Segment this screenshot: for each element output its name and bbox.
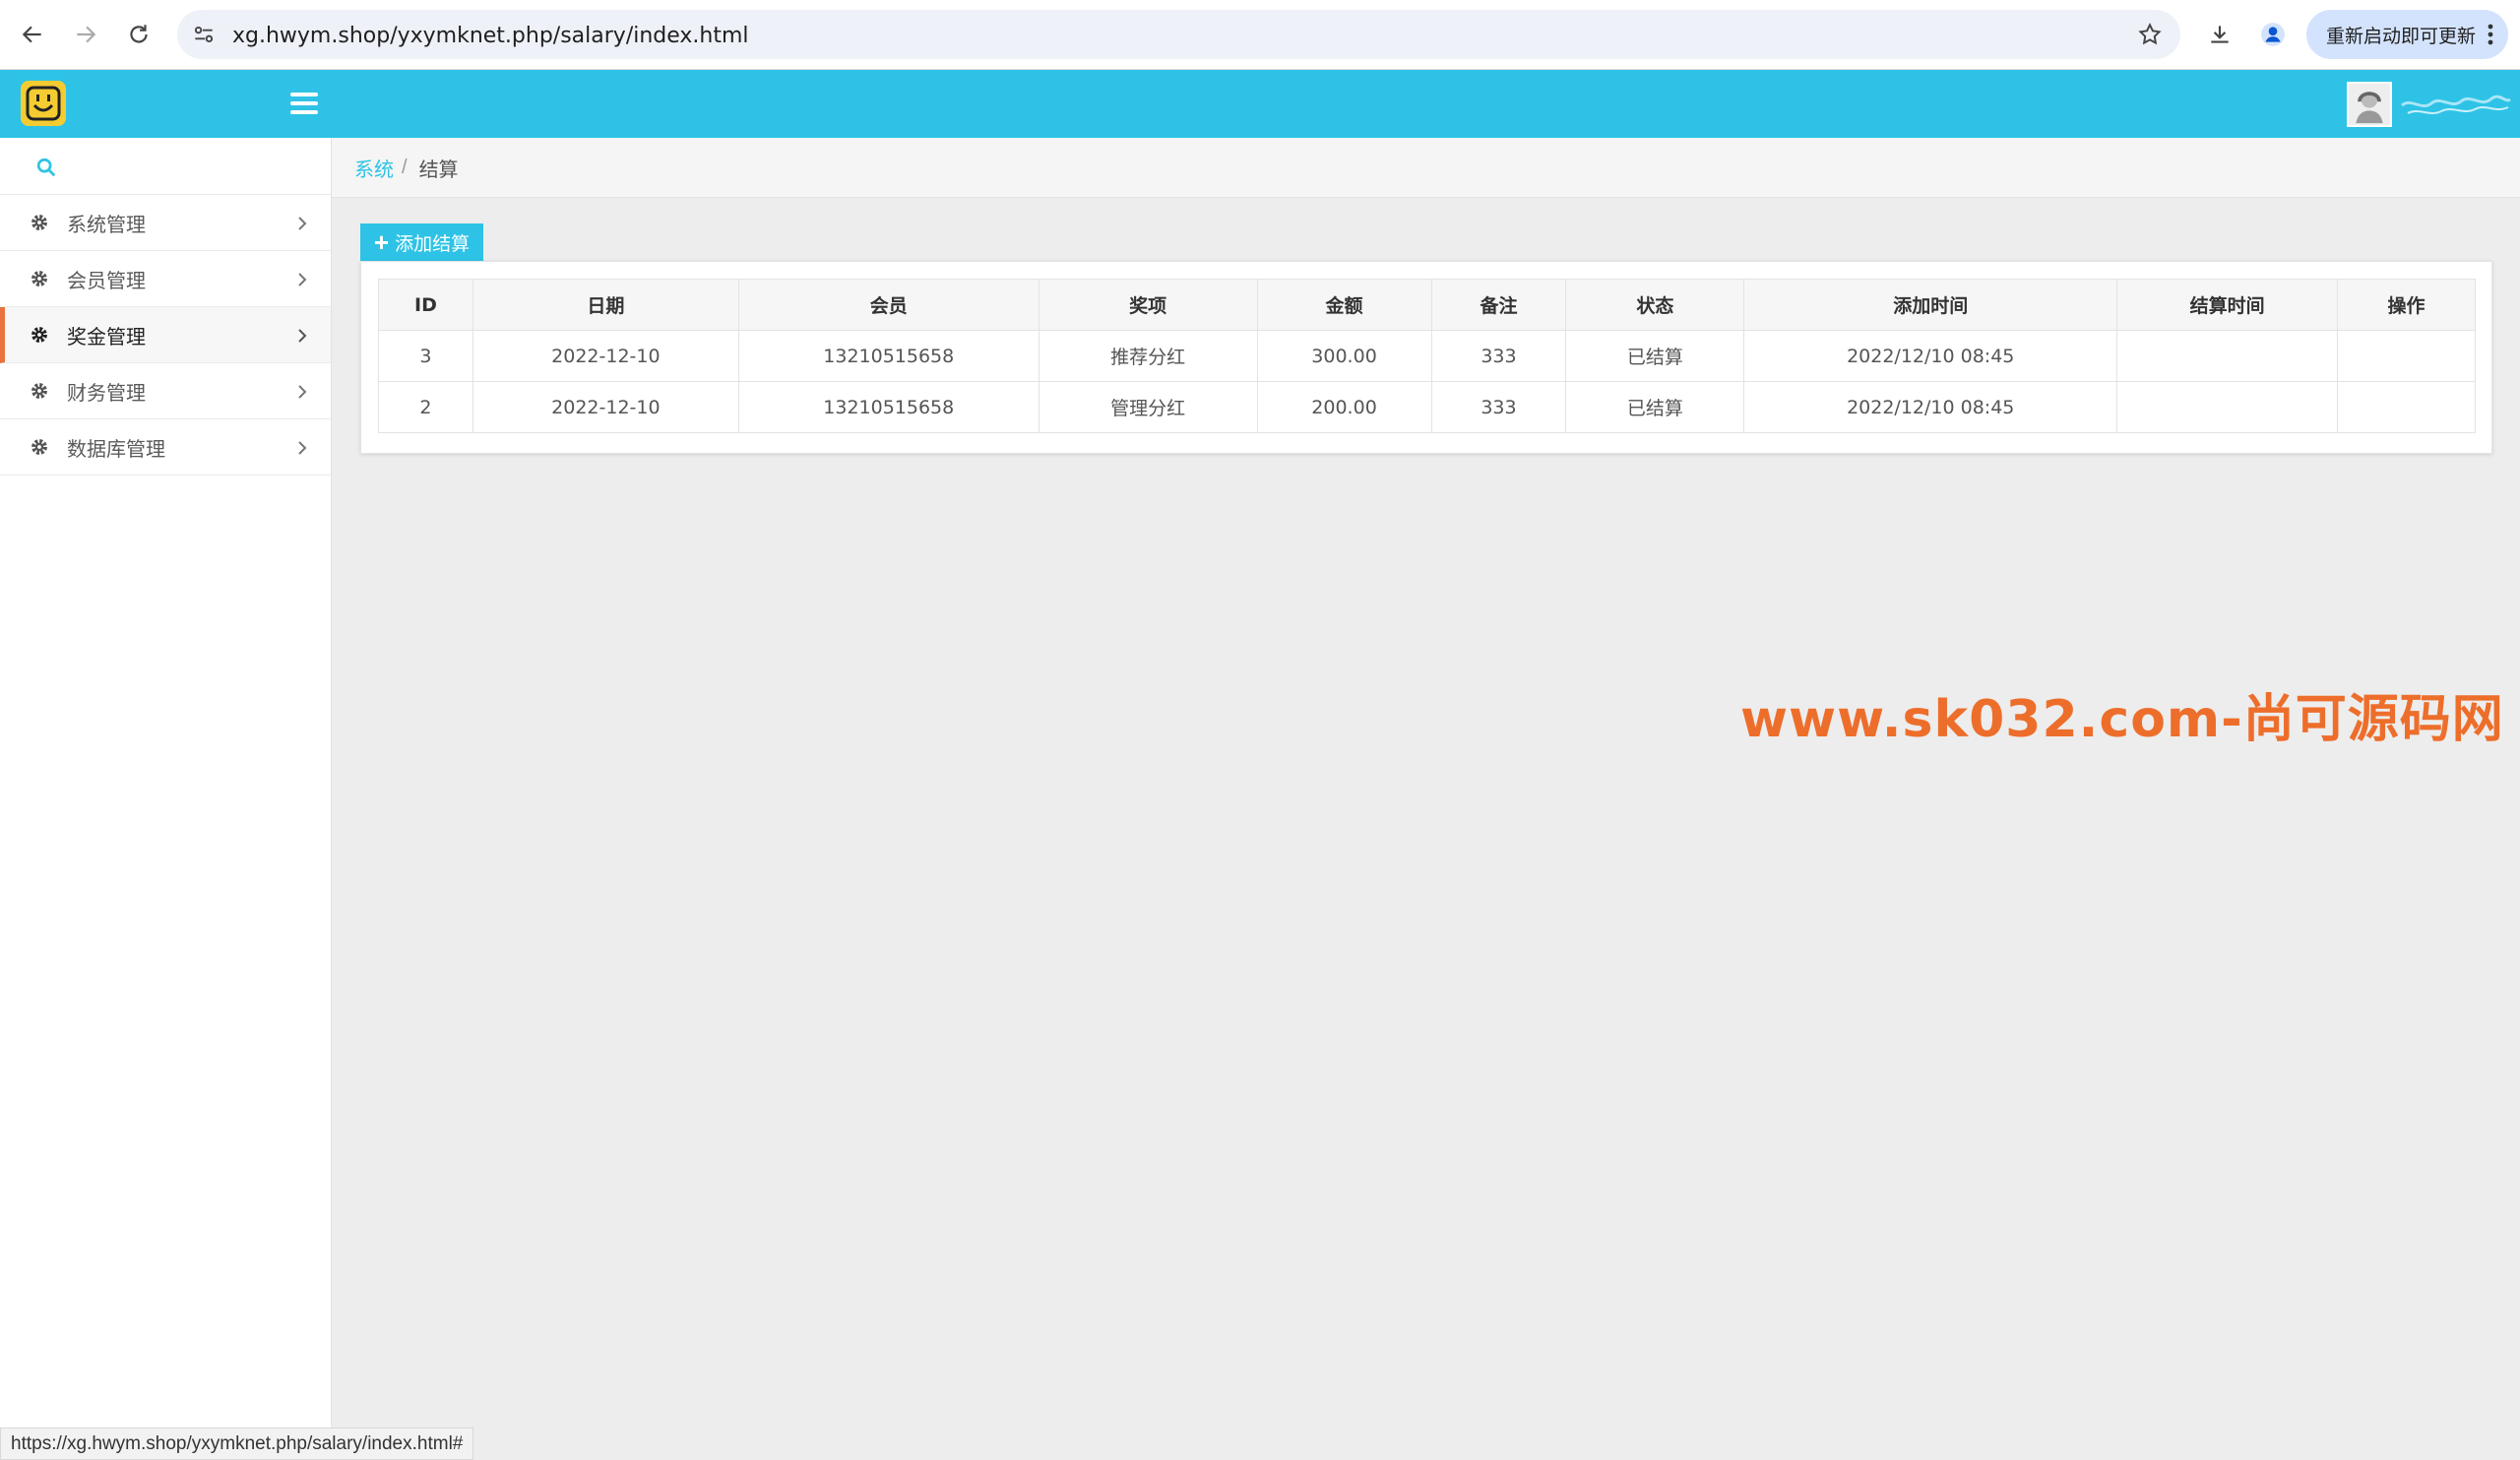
cell-status: 已结算	[1565, 381, 1745, 433]
cell-award: 管理分红	[1038, 381, 1258, 433]
cell-date: 2022-12-10	[472, 381, 739, 433]
sidebar-item-label: 会员管理	[67, 270, 146, 292]
breadcrumb-link-system[interactable]: 系统	[354, 154, 394, 182]
chevron-right-icon	[298, 217, 307, 230]
update-label: 重新启动即可更新	[2326, 26, 2477, 47]
bookmark-star-icon[interactable]	[2137, 22, 2163, 47]
breadcrumb-separator: /	[402, 156, 408, 178]
cell-id: 2	[378, 381, 473, 433]
cell-added-time: 2022/12/10 08:45	[1743, 381, 2118, 433]
user-name-graphic[interactable]	[2398, 86, 2514, 123]
sidebar-item-system[interactable]: 系统管理	[0, 195, 331, 251]
cell-amount: 200.00	[1256, 381, 1432, 433]
column-header-member: 会员	[737, 279, 1040, 331]
sidebar-item-label: 奖金管理	[67, 326, 146, 349]
search-icon[interactable]	[35, 157, 57, 178]
sidebar-item-label: 财务管理	[67, 382, 146, 405]
cell-settled-time	[2116, 381, 2339, 433]
cell-amount: 300.00	[1256, 330, 1432, 382]
link-status-bar: https://xg.hwym.shop/yxymknet.php/salary…	[0, 1428, 474, 1460]
sidebar-item-label: 数据库管理	[67, 438, 165, 461]
column-header-remark: 备注	[1430, 279, 1567, 331]
cell-member: 13210515658	[737, 330, 1040, 382]
chevron-right-icon	[298, 441, 307, 455]
table-header-row: ID 日期 会员 奖项 金额 备注 状态 添加时间 结算时间 操作	[378, 279, 2476, 331]
gear-icon	[32, 383, 47, 399]
cell-date: 2022-12-10	[472, 330, 739, 382]
gear-icon	[32, 439, 47, 455]
gear-icon	[32, 271, 47, 286]
gear-icon	[32, 327, 47, 343]
breadcrumb-current: 结算	[418, 159, 459, 181]
column-header-date: 日期	[472, 279, 739, 331]
reload-icon	[130, 25, 148, 43]
sidebar-item-bonus[interactable]: 奖金管理	[0, 307, 331, 363]
cell-actions	[2337, 381, 2476, 433]
settlement-table-panel: ID 日期 会员 奖项 金额 备注 状态 添加时间 结算时间 操作 3 2022…	[360, 261, 2492, 454]
add-settlement-label: 添加结算	[395, 233, 471, 255]
forward-arrow-icon	[77, 26, 96, 43]
sidebar-item-label: 系统管理	[67, 214, 146, 236]
downloads-button[interactable]	[2201, 16, 2238, 53]
chevron-right-icon	[298, 329, 307, 343]
breadcrumb: 系统 / 结算	[332, 138, 2520, 198]
cell-actions	[2337, 330, 2476, 382]
chevron-right-icon	[298, 273, 307, 286]
plus-icon: +	[373, 227, 390, 257]
cell-id: 3	[378, 330, 473, 382]
address-bar[interactable]: xg.hwym.shop/yxymknet.php/salary/index.h…	[177, 10, 2180, 59]
cell-member: 13210515658	[737, 381, 1040, 433]
back-button[interactable]	[14, 16, 51, 53]
app-header	[0, 70, 2520, 138]
column-header-id: ID	[378, 279, 473, 331]
profile-icon	[2261, 23, 2285, 46]
sidebar-item-members[interactable]: 会员管理	[0, 251, 331, 307]
more-vertical-icon	[2488, 24, 2493, 45]
reload-button[interactable]	[120, 16, 158, 53]
sidebar: 系统管理 会员管理 奖金管理 财务管理 数据库管理	[0, 138, 332, 1428]
update-button[interactable]: 重新启动即可更新	[2306, 10, 2508, 59]
table-row: 2 2022-12-10 13210515658 管理分红 200.00 333…	[378, 381, 2476, 433]
gear-icon	[32, 215, 47, 230]
column-header-added-time: 添加时间	[1743, 279, 2118, 331]
site-settings-icon[interactable]	[191, 22, 217, 47]
avatar[interactable]	[2347, 82, 2392, 127]
watermark-text: www.sk032.com-尚可源码网	[1740, 690, 2504, 749]
settlement-table: ID 日期 会员 奖项 金额 备注 状态 添加时间 结算时间 操作 3 2022…	[378, 279, 2476, 433]
column-header-status: 状态	[1565, 279, 1745, 331]
cell-award: 推荐分红	[1038, 330, 1258, 382]
download-icon	[2211, 26, 2229, 43]
menu-toggle-icon[interactable]	[290, 93, 318, 116]
column-header-settled-time: 结算时间	[2116, 279, 2339, 331]
sidebar-search[interactable]	[0, 138, 331, 195]
profile-button[interactable]	[2254, 16, 2292, 53]
url-text[interactable]: xg.hwym.shop/yxymknet.php/salary/index.h…	[232, 24, 749, 48]
cell-added-time: 2022/12/10 08:45	[1743, 330, 2118, 382]
column-header-actions: 操作	[2337, 279, 2476, 331]
cell-status: 已结算	[1565, 330, 1745, 382]
back-arrow-icon	[22, 26, 41, 43]
chevron-right-icon	[298, 385, 307, 399]
add-settlement-button[interactable]: + 添加结算	[360, 223, 483, 261]
logo-icon[interactable]	[21, 81, 66, 126]
column-header-award: 奖项	[1038, 279, 1258, 331]
column-header-amount: 金额	[1256, 279, 1432, 331]
cell-settled-time	[2116, 330, 2339, 382]
browser-toolbar: xg.hwym.shop/yxymknet.php/salary/index.h…	[0, 0, 2520, 70]
cell-remark: 333	[1430, 381, 1567, 433]
table-row: 3 2022-12-10 13210515658 推荐分红 300.00 333…	[378, 330, 2476, 382]
sidebar-item-database[interactable]: 数据库管理	[0, 419, 331, 476]
cell-remark: 333	[1430, 330, 1567, 382]
sidebar-item-finance[interactable]: 财务管理	[0, 363, 331, 419]
forward-button[interactable]	[67, 16, 104, 53]
